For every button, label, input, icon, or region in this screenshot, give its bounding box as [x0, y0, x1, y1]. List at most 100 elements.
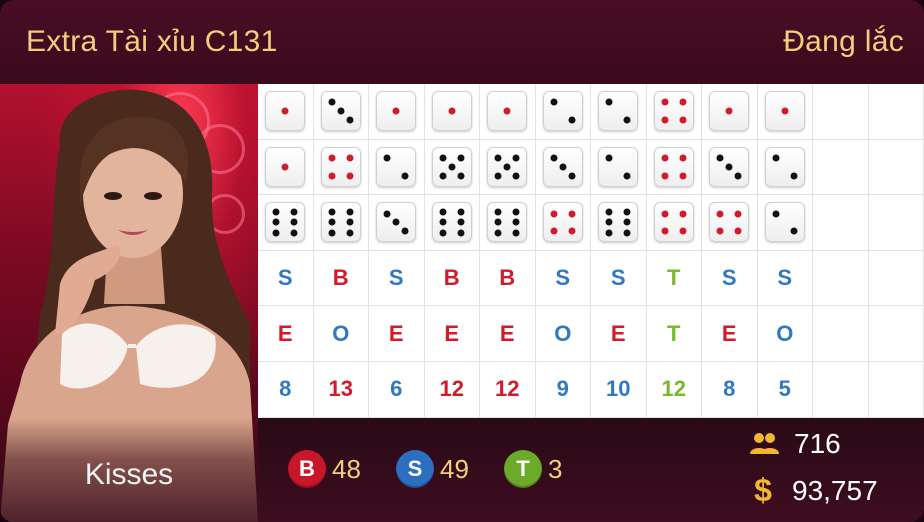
result-cell: B: [424, 250, 480, 307]
result-cell: S: [258, 250, 314, 307]
die-pip: [550, 154, 558, 162]
die-pip: [346, 229, 354, 237]
die-face-icon: [376, 202, 417, 243]
die-face-icon: [764, 202, 805, 243]
die-pip: [725, 163, 733, 171]
total-value: 12: [439, 376, 464, 402]
die-pip: [623, 172, 631, 180]
dice-cell: [369, 195, 425, 251]
die-pip: [790, 227, 798, 235]
dice-cell: [480, 139, 536, 196]
result-cell: 9: [535, 362, 591, 418]
die-pip: [512, 218, 520, 226]
die-face-icon: [376, 91, 417, 132]
dice-cell: [591, 195, 647, 251]
die-face-icon: [265, 146, 306, 187]
dice-cell: [535, 195, 591, 251]
die-face-icon: [431, 202, 472, 243]
empty-cell: [868, 306, 924, 362]
result-cell: O: [313, 306, 369, 362]
game-card[interactable]: Extra Tài xỉu C131 Đang lắc Kisses S B S…: [0, 0, 924, 522]
die-pip: [457, 218, 465, 226]
dice-cell: [591, 84, 647, 140]
result-cell: S: [369, 250, 425, 307]
dice-cell: [424, 195, 480, 251]
die-pip: [550, 227, 558, 235]
die-pip: [439, 172, 447, 180]
dice-cell: [258, 139, 314, 196]
small-count-stat: S 49: [396, 450, 469, 488]
die-pip: [346, 154, 354, 162]
die-pip: [457, 229, 465, 237]
bets-total: 93,757: [792, 474, 878, 506]
die-face-icon: [487, 91, 528, 132]
total-value: 5: [778, 376, 791, 402]
parity-result: O: [776, 320, 794, 346]
die-pip: [392, 107, 400, 115]
total-value: 9: [556, 376, 569, 402]
die-pip: [337, 107, 345, 115]
dice-cell: [480, 84, 536, 140]
dice-cell: [480, 195, 536, 251]
die-face-icon: [709, 202, 750, 243]
dealer-name: Kisses: [84, 458, 174, 491]
dice-cell: [424, 139, 480, 196]
dice-cell: [757, 195, 813, 251]
die-pip: [401, 172, 409, 180]
dice-cell: [313, 139, 369, 196]
big-badge: B: [288, 450, 326, 488]
parity-result: E: [277, 320, 293, 346]
result-cell: E: [480, 306, 536, 362]
small-count: 49: [440, 453, 469, 484]
die-pip: [716, 210, 724, 218]
empty-cell: [813, 139, 869, 196]
die-pip: [679, 98, 687, 106]
die-pip: [734, 210, 742, 218]
die-pip: [772, 210, 780, 218]
big-count: 48: [332, 453, 361, 484]
die-face-icon: [542, 91, 583, 132]
die-face-icon: [598, 146, 639, 187]
dice-cell: [757, 139, 813, 196]
die-pip: [272, 229, 280, 237]
parity-result: E: [499, 320, 515, 346]
empty-cell: [813, 84, 869, 140]
result-cell: S: [702, 250, 758, 307]
die-face-icon: [542, 146, 583, 187]
die-pip: [568, 116, 576, 124]
result-cell: E: [369, 306, 425, 362]
parity-result: E: [388, 320, 404, 346]
stats-footer: B 48 S 49 T 3 716 $ 93,757: [258, 418, 924, 522]
die-pip: [623, 116, 631, 124]
die-pip: [503, 163, 511, 171]
die-pip: [328, 98, 336, 106]
die-face-icon: [764, 91, 805, 132]
die-pip: [281, 163, 289, 171]
dice-cell: [702, 84, 758, 140]
die-pip: [605, 218, 613, 226]
die-pip: [383, 154, 391, 162]
die-pip: [679, 116, 687, 124]
die-pip: [568, 227, 576, 235]
result-cell: S: [591, 250, 647, 307]
die-pip: [568, 210, 576, 218]
die-pip: [605, 154, 613, 162]
die-pip: [439, 218, 447, 226]
die-face-icon: [320, 202, 361, 243]
die-face-icon: [653, 202, 694, 243]
small-badge: S: [396, 450, 434, 488]
die-pip: [781, 107, 789, 115]
die-pip: [503, 107, 511, 115]
total-value: 6: [390, 376, 403, 402]
dealer-panel[interactable]: Kisses: [0, 84, 258, 522]
result-cell: B: [480, 250, 536, 307]
die-pip: [512, 208, 520, 216]
die-pip: [716, 227, 724, 235]
tie-badge: T: [504, 450, 542, 488]
die-pip: [401, 227, 409, 235]
die-pip: [512, 229, 520, 237]
total-value: 13: [328, 376, 353, 402]
result-cell: T: [646, 250, 702, 307]
size-result: B: [499, 265, 516, 291]
die-face-icon: [376, 146, 417, 187]
